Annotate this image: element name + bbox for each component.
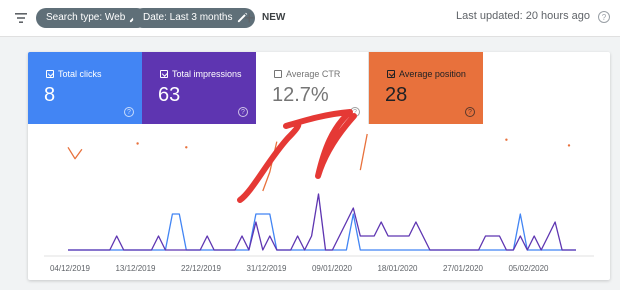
x-tick-label: 04/12/2019 <box>50 264 91 273</box>
x-tick-label: 27/01/2020 <box>443 264 484 273</box>
total-clicks-tile[interactable]: Total clicks 8 ? <box>28 52 142 124</box>
data-point <box>567 144 571 147</box>
data-point <box>505 138 508 141</box>
plus-icon: + <box>244 8 255 28</box>
checkbox-checked-icon[interactable] <box>46 70 54 78</box>
data-point <box>136 142 139 145</box>
average-ctr-tile[interactable]: Average CTR 12.7% ? <box>256 52 369 124</box>
x-tick-label: 13/12/2019 <box>115 264 156 273</box>
top-bar: Search type: Web Date: Last 3 months + N… <box>0 0 620 37</box>
date-range-chip[interactable]: Date: Last 3 months <box>133 8 255 28</box>
checkbox-unchecked-icon[interactable] <box>274 70 282 78</box>
help-icon[interactable]: ? <box>238 107 248 117</box>
average-ctr-label-row: Average CTR <box>272 69 340 79</box>
data-point <box>185 146 188 149</box>
date-range-chip-label: Date: Last 3 months <box>143 12 233 23</box>
average-ctr-value: 12.7% <box>272 84 329 106</box>
average-position-label-row: Average position <box>385 69 466 79</box>
total-clicks-label-row: Total clicks <box>44 69 102 79</box>
series-line-average-position <box>68 134 569 191</box>
total-impressions-label-row: Total impressions <box>158 69 242 79</box>
x-tick-label: 22/12/2019 <box>181 264 222 273</box>
new-filter-label: NEW <box>262 12 286 23</box>
last-updated-text: Last updated: 20 hours ago <box>456 10 590 22</box>
filter-icon[interactable] <box>14 11 28 25</box>
x-tick-label: 09/01/2020 <box>312 264 353 273</box>
performance-card: Total clicks 8 ? Total impressions 63 ? … <box>28 52 610 280</box>
help-icon[interactable]: ? <box>124 107 134 117</box>
total-impressions-label: Total impressions <box>172 69 242 79</box>
help-icon[interactable]: ? <box>465 107 475 117</box>
average-position-tile[interactable]: Average position 28 ? <box>369 52 483 124</box>
search-type-chip[interactable]: Search type: Web <box>36 8 148 28</box>
total-impressions-value: 63 <box>158 84 181 106</box>
search-type-chip-label: Search type: Web <box>46 12 126 23</box>
average-ctr-label: Average CTR <box>286 69 341 79</box>
average-position-value: 28 <box>385 84 408 106</box>
total-clicks-value: 8 <box>44 84 56 106</box>
checkbox-checked-icon[interactable] <box>160 70 168 78</box>
series-line-total-impressions <box>68 193 576 251</box>
help-icon[interactable]: ? <box>350 107 360 117</box>
total-impressions-tile[interactable]: Total impressions 63 ? <box>142 52 256 124</box>
x-tick-label: 31/12/2019 <box>246 264 287 273</box>
average-position-label: Average position <box>399 69 466 79</box>
performance-chart: 04/12/2019 13/12/2019 22/12/2019 31/12/2019… <box>44 124 594 273</box>
new-filter-button[interactable]: + NEW <box>244 8 285 28</box>
x-tick-label: 05/02/2020 <box>508 264 549 273</box>
help-icon[interactable]: ? <box>598 11 610 23</box>
x-tick-label: 18/01/2020 <box>377 264 418 273</box>
checkbox-checked-icon[interactable] <box>387 70 395 78</box>
